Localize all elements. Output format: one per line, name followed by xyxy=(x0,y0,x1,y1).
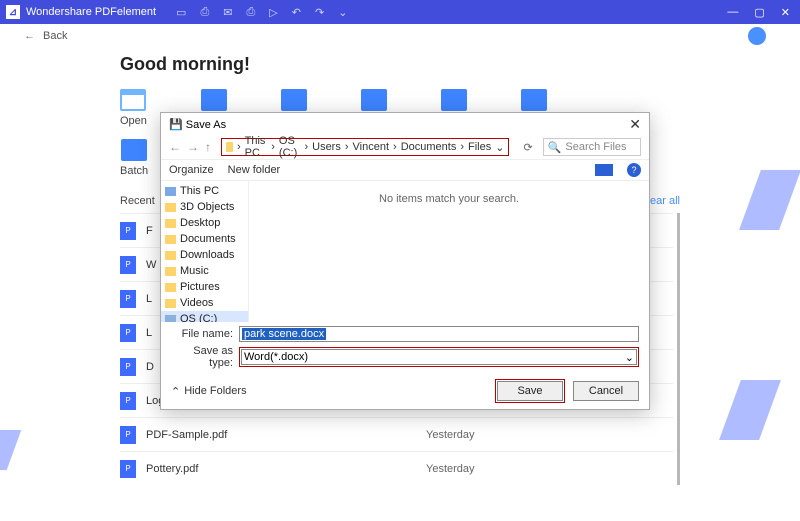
tree-item-selected[interactable]: OS (C:) xyxy=(161,311,248,322)
tree-item[interactable]: Desktop xyxy=(161,215,248,231)
tree-item[interactable]: This PC xyxy=(161,183,248,199)
filename-label: File name: xyxy=(171,328,233,340)
quick-open[interactable]: Open xyxy=(120,89,147,127)
pdf-file-icon: P xyxy=(120,358,136,376)
tree-item[interactable]: 3D Objects xyxy=(161,199,248,215)
tree-item[interactable]: Videos xyxy=(161,295,248,311)
batch-icon xyxy=(121,139,147,161)
pdf-file-icon: P xyxy=(120,222,136,240)
back-label[interactable]: Back xyxy=(43,30,67,42)
search-input[interactable]: 🔍 Search Files xyxy=(543,138,641,156)
tree-item[interactable]: Pictures xyxy=(161,279,248,295)
folder-icon xyxy=(226,142,233,152)
file-area-empty: No items match your search. xyxy=(249,181,649,322)
folder-icon xyxy=(165,283,176,292)
file-row[interactable]: PPottery.pdfYesterday xyxy=(120,451,673,485)
filename-input[interactable]: park scene.docx xyxy=(239,326,639,342)
nav-back-icon[interactable]: ← xyxy=(169,140,181,154)
save-as-dialog: 💾 Save As ✕ ← → ↑ ›This PC ›OS (C:) ›Use… xyxy=(160,112,650,410)
folder-icon xyxy=(165,203,176,212)
app-logo-icon: ⊿ xyxy=(6,5,20,19)
help-icon[interactable]: ? xyxy=(627,163,641,177)
folder-tree: This PC 3D Objects Desktop Documents Dow… xyxy=(161,181,249,322)
action-icon xyxy=(361,89,387,111)
chevron-down-icon: ⌄ xyxy=(625,351,634,364)
pdf-file-icon: P xyxy=(120,426,136,444)
breadcrumb-path[interactable]: ›This PC ›OS (C:) ›Users ›Vincent ›Docum… xyxy=(221,138,509,156)
back-arrow-icon[interactable]: ← xyxy=(24,30,35,42)
print-icon[interactable]: ⎙ xyxy=(246,6,255,19)
search-icon: 🔍 xyxy=(548,141,562,154)
pdf-file-icon: P xyxy=(120,392,136,410)
hide-folders-toggle[interactable]: ⌃Hide Folders xyxy=(171,385,247,398)
quick-batch[interactable]: Batch xyxy=(120,139,148,177)
pc-icon xyxy=(165,187,176,196)
folder-icon xyxy=(165,267,176,276)
drive-icon xyxy=(165,315,176,323)
action-icon xyxy=(521,89,547,111)
pdf-file-icon: P xyxy=(120,256,136,274)
chevron-down-icon[interactable]: ⌄ xyxy=(495,141,504,154)
mail-icon[interactable]: ✉ xyxy=(223,6,232,19)
action-icon xyxy=(281,89,307,111)
folder-icon xyxy=(165,299,176,308)
more-icon[interactable]: ⌄ xyxy=(338,6,347,19)
chevron-up-icon: ⌃ xyxy=(171,385,180,398)
toolbar-icons: ▭ ⎙ ✉ ⎙ ▷ ↶ ↷ ⌄ xyxy=(176,6,347,19)
action-icon xyxy=(201,89,227,111)
refresh-icon[interactable]: ⟳ xyxy=(523,141,532,154)
close-window-icon[interactable]: ✕ xyxy=(781,6,790,19)
recent-heading: Recent xyxy=(120,195,155,207)
minimize-icon[interactable]: — xyxy=(727,6,738,19)
tree-item[interactable]: Music xyxy=(161,263,248,279)
file-row[interactable]: PPDF-Sample.pdfYesterday xyxy=(120,417,673,451)
savetype-label: Save as type: xyxy=(171,345,233,369)
dialog-close-icon[interactable]: ✕ xyxy=(629,116,641,133)
app-title: Wondershare PDFelement xyxy=(26,6,156,18)
app-titlebar: ⊿ Wondershare PDFelement ▭ ⎙ ✉ ⎙ ▷ ↶ ↷ ⌄… xyxy=(0,0,800,24)
action-icon xyxy=(441,89,467,111)
window-controls: — ▢ ✕ xyxy=(727,6,790,19)
folder-icon xyxy=(165,219,176,228)
dialog-title: 💾 Save As xyxy=(169,118,226,131)
nav-up-icon[interactable]: ↑ xyxy=(205,140,211,154)
back-bar: ← Back xyxy=(0,24,800,48)
redo-icon[interactable]: ↷ xyxy=(315,6,324,19)
organize-menu[interactable]: Organize xyxy=(169,164,214,176)
savetype-select[interactable]: Word(*.docx)⌄ xyxy=(241,349,637,365)
folder-icon[interactable]: ▭ xyxy=(176,6,186,19)
maximize-icon[interactable]: ▢ xyxy=(754,6,764,19)
save-icon[interactable]: ⎙ xyxy=(200,6,209,19)
view-mode-icon[interactable] xyxy=(595,164,613,176)
user-avatar-icon[interactable] xyxy=(748,27,766,45)
folder-icon xyxy=(165,235,176,244)
greeting-heading: Good morning! xyxy=(120,54,680,75)
save-button[interactable]: Save xyxy=(497,381,563,401)
pdf-file-icon: P xyxy=(120,460,136,478)
folder-icon xyxy=(165,251,176,260)
undo-icon[interactable]: ↶ xyxy=(292,6,301,19)
pdf-file-icon: P xyxy=(120,324,136,342)
pdf-file-icon: P xyxy=(120,290,136,308)
tree-item[interactable]: Downloads xyxy=(161,247,248,263)
play-icon[interactable]: ▷ xyxy=(269,6,277,19)
nav-forward-icon[interactable]: → xyxy=(187,140,199,154)
tree-item[interactable]: Documents xyxy=(161,231,248,247)
new-folder-button[interactable]: New folder xyxy=(228,164,281,176)
cancel-button[interactable]: Cancel xyxy=(573,381,639,401)
open-folder-icon xyxy=(120,89,146,111)
